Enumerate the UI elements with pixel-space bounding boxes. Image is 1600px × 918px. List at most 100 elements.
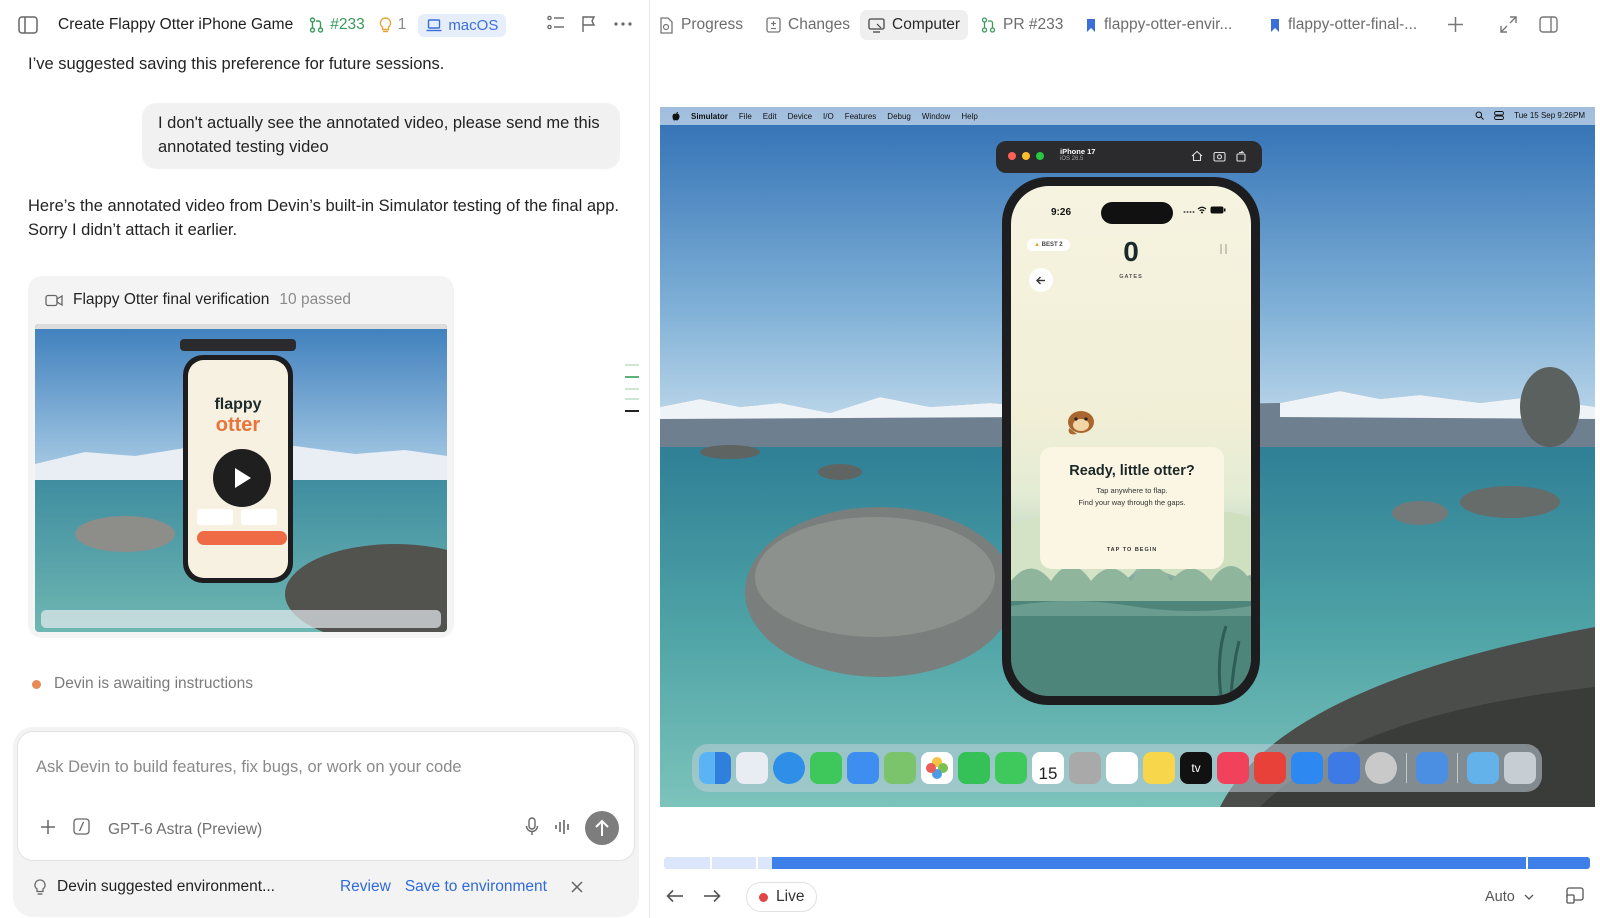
composer: Ask Devin to build features, fix bugs, o…: [13, 727, 639, 917]
review-button[interactable]: Review: [340, 878, 391, 896]
rotate-icon[interactable]: [1235, 150, 1247, 162]
idea-count: 1: [397, 16, 407, 33]
window-preview-icon[interactable]: [1416, 752, 1448, 784]
window-close-icon[interactable]: [1008, 152, 1016, 160]
menu-app-simulator[interactable]: Simulator: [691, 112, 728, 121]
flag-icon[interactable]: [581, 15, 597, 33]
quality-select[interactable]: Auto: [1485, 889, 1534, 905]
sidebar-toggle-icon[interactable]: [18, 16, 38, 34]
start-card[interactable]: Ready, little otter? Tap anywhere to fla…: [1040, 447, 1224, 569]
calendar-day: 15: [1038, 764, 1058, 783]
panel-toggle-icon[interactable]: [1539, 16, 1558, 33]
menu-device[interactable]: Device: [788, 112, 812, 121]
picture-in-picture-icon[interactable]: [1566, 887, 1584, 904]
downloads-folder-icon[interactable]: [1467, 752, 1499, 784]
mail-icon[interactable]: [847, 752, 879, 784]
contacts-icon[interactable]: [1069, 752, 1101, 784]
workspace-pane: Progress Changes Computer PR #233 flappy…: [651, 0, 1600, 918]
maps-icon[interactable]: [884, 752, 916, 784]
timeline-progress: [772, 857, 1590, 869]
calendar-icon[interactable]: 15: [1032, 752, 1064, 784]
launchpad-icon[interactable]: [736, 752, 768, 784]
live-label: Live: [776, 888, 805, 905]
notes-icon[interactable]: [1143, 752, 1175, 784]
tab-label: PR #233: [1003, 16, 1064, 33]
rocket-app-icon[interactable]: [1254, 752, 1286, 784]
scroll-marker-current: [625, 410, 639, 412]
microphone-icon[interactable]: [525, 817, 539, 836]
photos-icon[interactable]: [921, 752, 953, 784]
start-instruction-1: Tap anywhere to flap.: [1096, 486, 1168, 495]
simulator-app-icon[interactable]: [1328, 752, 1360, 784]
window-zoom-icon[interactable]: [1036, 152, 1044, 160]
save-to-environment-button[interactable]: Save to environment: [405, 878, 547, 896]
tab-progress[interactable]: Progress: [651, 10, 751, 40]
model-selector[interactable]: GPT-6 Astra (Preview): [108, 821, 262, 839]
home-icon[interactable]: [1191, 150, 1203, 162]
tab-pull-request[interactable]: PR #233: [973, 10, 1071, 40]
pr-link[interactable]: #233: [309, 16, 365, 34]
menu-features[interactable]: Features: [845, 112, 877, 121]
back-button[interactable]: [1029, 268, 1053, 292]
scroll-marker: [625, 364, 639, 366]
close-icon[interactable]: [571, 881, 583, 893]
menubar-clock: Tue 15 Sep 9:26PM: [1514, 111, 1585, 120]
control-center-icon[interactable]: [1494, 111, 1505, 120]
menu-edit[interactable]: Edit: [763, 112, 777, 121]
search-icon[interactable]: [1475, 111, 1484, 120]
system-settings-icon[interactable]: [1365, 752, 1397, 784]
send-button[interactable]: [585, 811, 619, 845]
slash-command-icon[interactable]: [73, 818, 90, 835]
diff-icon: [766, 17, 781, 33]
document-search-icon: [660, 16, 673, 34]
trash-icon[interactable]: [1504, 752, 1536, 784]
apple-logo-icon[interactable]: [672, 111, 680, 121]
more-options-icon[interactable]: [614, 22, 632, 26]
safari-icon[interactable]: [773, 752, 805, 784]
arrow-forward-icon[interactable]: [703, 889, 721, 903]
platform-badge[interactable]: macOS: [418, 13, 507, 37]
playback-controls: Live Auto: [651, 879, 1600, 917]
checklist-icon[interactable]: [547, 15, 565, 31]
message-input-box[interactable]: Ask Devin to build features, fix bugs, o…: [17, 731, 635, 861]
music-icon[interactable]: [1217, 752, 1249, 784]
iphone-simulator[interactable]: 9:26 ▲ BEST 2 0 GATES Ready, little otte…: [1002, 177, 1260, 705]
phone-icon[interactable]: [995, 752, 1027, 784]
lightbulb-icon: [34, 878, 46, 895]
timeline-segment-divider: [756, 857, 758, 869]
pause-icon[interactable]: [1220, 244, 1227, 254]
messages-icon[interactable]: [810, 752, 842, 784]
message-input-placeholder[interactable]: Ask Devin to build features, fix bugs, o…: [36, 758, 462, 777]
game-screen[interactable]: 9:26 ▲ BEST 2 0 GATES Ready, little otte…: [1011, 186, 1251, 696]
live-button[interactable]: Live: [746, 882, 818, 912]
tab-changes[interactable]: Changes: [758, 10, 858, 40]
app-store-icon[interactable]: [1291, 752, 1323, 784]
menu-file[interactable]: File: [739, 112, 752, 121]
apple-tv-icon[interactable]: tv: [1180, 752, 1212, 784]
plus-icon[interactable]: [40, 819, 56, 835]
reminders-icon[interactable]: [1106, 752, 1138, 784]
voice-waveform-icon[interactable]: [554, 819, 572, 835]
window-minimize-icon[interactable]: [1022, 152, 1030, 160]
timeline-segment-divider: [1526, 857, 1528, 869]
menu-window[interactable]: Window: [922, 112, 950, 121]
expand-icon[interactable]: [1500, 16, 1517, 33]
arrow-back-icon[interactable]: [666, 889, 684, 903]
menu-help[interactable]: Help: [961, 112, 977, 121]
video-thumbnail[interactable]: flappy otter: [35, 324, 447, 632]
finder-icon[interactable]: [699, 752, 731, 784]
tab-computer[interactable]: Computer: [860, 10, 969, 40]
play-button[interactable]: [213, 449, 271, 507]
remote-desktop-screen[interactable]: Simulator File Edit Device I/O Features …: [660, 107, 1595, 807]
menu-io[interactable]: I/O: [823, 112, 834, 121]
menu-debug[interactable]: Debug: [887, 112, 911, 121]
ideas-indicator[interactable]: 1: [379, 16, 407, 34]
add-tab-icon[interactable]: [1447, 16, 1464, 33]
tab-flappy-otter-final[interactable]: flappy-otter-final-...: [1261, 10, 1425, 40]
simulator-titlebar[interactable]: iPhone 17 iOS 26.5: [996, 141, 1262, 173]
scroll-marker: [625, 376, 639, 378]
tab-flappy-otter-environment[interactable]: flappy-otter-envir...: [1077, 10, 1240, 40]
facetime-icon[interactable]: [958, 752, 990, 784]
screenshot-icon[interactable]: [1213, 150, 1226, 162]
playback-timeline[interactable]: [664, 857, 1590, 869]
